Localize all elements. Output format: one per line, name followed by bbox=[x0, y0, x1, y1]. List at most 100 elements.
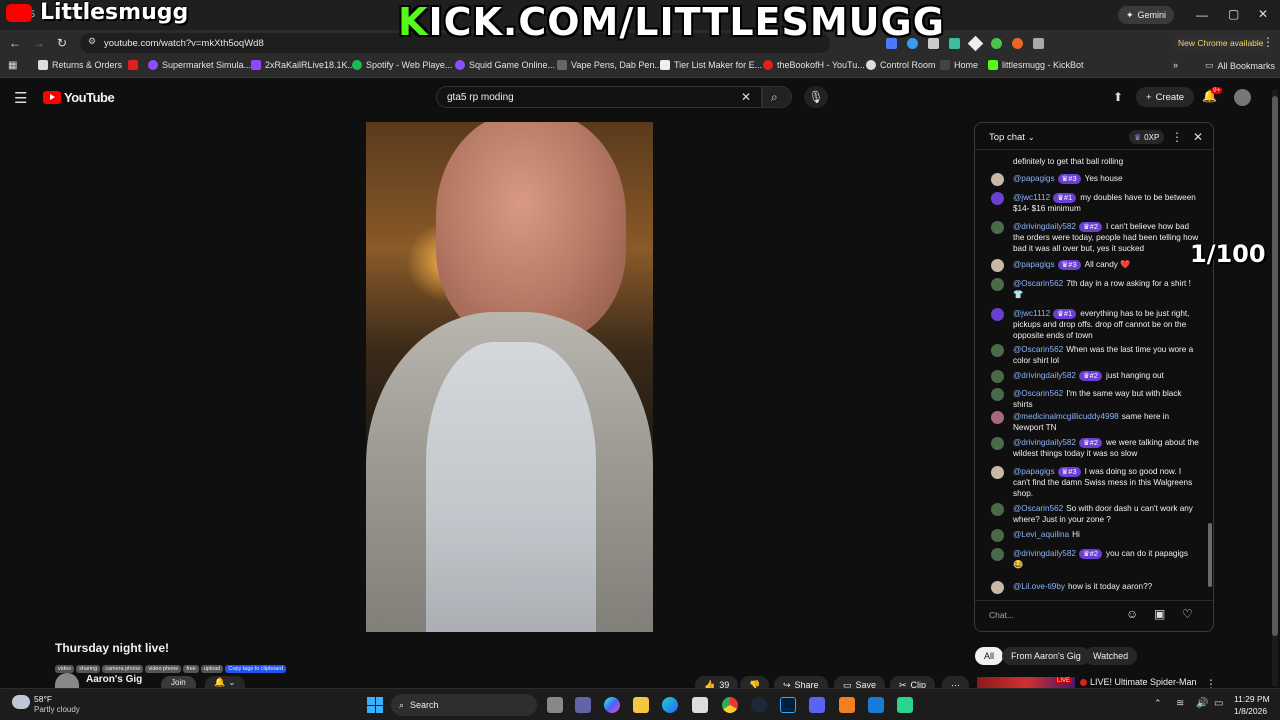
copy-tags-button[interactable]: Copy tags to clipboard bbox=[225, 665, 287, 673]
menu-dots-icon[interactable]: ⋮ bbox=[1262, 35, 1274, 49]
bookmarks-overflow-icon[interactable]: » bbox=[1173, 60, 1178, 70]
join-button[interactable]: Join bbox=[161, 676, 196, 688]
upload-icon[interactable]: ⬆ bbox=[1113, 90, 1123, 104]
filter-all[interactable]: All bbox=[975, 647, 1004, 665]
maximize-button[interactable]: ▢ bbox=[1228, 7, 1239, 21]
bookmark-item[interactable]: Supermarket Simula... bbox=[148, 60, 251, 70]
store-icon[interactable] bbox=[692, 697, 708, 713]
app-icon[interactable] bbox=[839, 697, 855, 713]
chat-message[interactable]: @drivingdaily582 ♛#2 I can't believe how b… bbox=[983, 221, 1199, 254]
chat-message[interactable]: @Oscarin562 When was the last time you wo… bbox=[983, 344, 1199, 366]
bookmark-item[interactable]: Vape Pens, Dab Pen... bbox=[557, 60, 662, 70]
chat-header[interactable]: Top chat ⌄ bbox=[989, 132, 1035, 143]
app-icon[interactable] bbox=[868, 697, 884, 713]
filter-from-channel[interactable]: From Aaron's Gig bbox=[1002, 647, 1090, 665]
bookmark-item[interactable]: Returns & Orders bbox=[38, 60, 122, 70]
clock-time[interactable]: 11:29 PM bbox=[1234, 694, 1270, 704]
bookmark-item[interactable]: Home bbox=[940, 60, 978, 70]
all-bookmarks-button[interactable]: ▭ All Bookmarks bbox=[1205, 60, 1275, 71]
chat-input[interactable]: Chat... bbox=[989, 610, 1119, 620]
xp-badge[interactable]: ♛ 0XP bbox=[1129, 130, 1165, 144]
clock-date[interactable]: 1/8/2026 bbox=[1234, 706, 1267, 716]
bookmark-item[interactable]: Spotify - Web Playe... bbox=[352, 60, 452, 70]
volume-icon[interactable]: 🔊 bbox=[1196, 698, 1208, 709]
search-button[interactable]: ⌕ bbox=[762, 86, 792, 108]
battery-icon[interactable]: ▭ bbox=[1214, 698, 1223, 709]
tag[interactable]: free bbox=[183, 665, 199, 673]
avatar[interactable] bbox=[1234, 89, 1251, 106]
chat-message[interactable]: @Oscarin562 So with door dash u can't wor… bbox=[983, 503, 1199, 525]
bookmark-item[interactable]: Tier List Maker for E... bbox=[660, 60, 762, 70]
chat-message[interactable]: @jwc1112 ♛#1 my doubles have to be between… bbox=[983, 192, 1199, 214]
discord-icon[interactable] bbox=[809, 697, 825, 713]
gemini-button[interactable]: ✦ Gemini bbox=[1118, 6, 1175, 24]
edge-icon[interactable] bbox=[662, 697, 678, 713]
video-player[interactable] bbox=[366, 122, 653, 632]
bookmark-item[interactable]: 2xRaKailRLive18.1K... bbox=[251, 60, 355, 70]
rec-title[interactable]: LIVE! Ultimate Spider-Man bbox=[1080, 677, 1197, 687]
file-explorer-icon[interactable] bbox=[633, 697, 649, 713]
tag[interactable]: sharing bbox=[76, 665, 101, 673]
photoshop-icon[interactable] bbox=[780, 697, 796, 713]
windows-start-icon[interactable] bbox=[367, 697, 383, 713]
bookmark-item[interactable]: Control Room bbox=[866, 60, 936, 70]
steam-icon[interactable] bbox=[751, 697, 767, 713]
reload-icon[interactable]: ↻ bbox=[57, 36, 67, 50]
bookmark-item[interactable]: littlesmugg - KickBot bbox=[988, 60, 1084, 70]
channel-name[interactable]: Aaron's Gig bbox=[86, 674, 142, 685]
youtube-logo[interactable]: YouTube bbox=[43, 90, 115, 105]
site-info-icon[interactable]: ⚙ bbox=[88, 36, 96, 47]
tag[interactable]: video bbox=[55, 665, 75, 673]
chat-scrollbar[interactable] bbox=[1208, 523, 1212, 587]
new-chrome-button[interactable]: New Chrome available bbox=[1172, 35, 1270, 51]
tray-overflow-icon[interactable]: ⌃ bbox=[1154, 698, 1162, 709]
weather-icon[interactable] bbox=[12, 695, 30, 709]
chat-more-icon[interactable]: ⋮ bbox=[1171, 130, 1183, 144]
chat-message[interactable]: @papagigs ♛#3 I was doing so good now. I c… bbox=[983, 466, 1199, 499]
tag[interactable]: upload bbox=[200, 665, 224, 673]
chat-message[interactable]: @Lil.ove-ti9by how is it today aaron?? bbox=[983, 581, 1199, 594]
teams-icon[interactable] bbox=[575, 697, 591, 713]
chat-message[interactable]: @Oscarin562 I'm the same way but with bla… bbox=[983, 388, 1199, 410]
create-button[interactable]: + Create bbox=[1136, 87, 1195, 107]
microphone-icon[interactable]: 🎙 bbox=[804, 86, 828, 108]
apps-grid-icon[interactable]: ▦ bbox=[8, 60, 17, 71]
chat-message[interactable]: @drivingdaily582 ♛#2 you can do it papagig… bbox=[983, 548, 1199, 570]
clear-search-icon[interactable]: ✕ bbox=[741, 90, 751, 104]
bookmark-item[interactable]: theBookofH - YouTu... bbox=[763, 60, 865, 70]
heart-icon[interactable]: ♡ bbox=[1182, 607, 1193, 621]
folder-icon: ▭ bbox=[1205, 60, 1214, 70]
chat-message[interactable]: @drivingdaily582 ♛#2 just hanging out bbox=[983, 370, 1199, 383]
forward-arrow-icon[interactable]: → bbox=[33, 36, 45, 50]
page-scrollbar[interactable] bbox=[1272, 90, 1278, 686]
taskbar-search[interactable]: ⌕ Search bbox=[391, 694, 537, 716]
emoji-icon[interactable]: ☺ bbox=[1126, 607, 1138, 621]
chat-message[interactable]: @medicinalmcgillicuddy4998 same here in N… bbox=[983, 411, 1199, 433]
hamburger-menu-icon[interactable]: ☰ bbox=[14, 89, 27, 107]
chat-close-icon[interactable]: ✕ bbox=[1193, 130, 1203, 144]
back-arrow-icon[interactable]: ← bbox=[9, 36, 21, 50]
chat-message[interactable]: @jwc1112 ♛#1 everything has to be just rig… bbox=[983, 308, 1199, 341]
minimize-button[interactable]: — bbox=[1196, 8, 1208, 22]
chrome-icon[interactable] bbox=[722, 697, 738, 713]
obs-icon[interactable] bbox=[897, 697, 913, 713]
chat-message[interactable]: @Levi_aquilina Hi bbox=[983, 529, 1199, 542]
super-chat-icon[interactable]: ▣ bbox=[1154, 607, 1165, 621]
tag[interactable]: video phone bbox=[145, 665, 182, 673]
chat-message[interactable]: @Oscarin562 7th day in a row asking for a… bbox=[983, 278, 1199, 300]
chat-message[interactable]: @papagigs ♛#3 All candy ❤️ bbox=[983, 259, 1199, 272]
task-view-icon[interactable] bbox=[547, 697, 563, 713]
close-window-button[interactable]: ✕ bbox=[1258, 7, 1268, 21]
chat-message[interactable]: @papagigs ♛#3 Yes house bbox=[983, 173, 1199, 186]
filter-watched[interactable]: Watched bbox=[1084, 647, 1138, 665]
bookmark-item[interactable]: Squid Game Online... bbox=[455, 60, 555, 70]
wifi-icon[interactable]: ≋ bbox=[1176, 698, 1184, 709]
tag[interactable]: camera phone bbox=[102, 665, 144, 673]
notify-bell-icon[interactable]: 🔔 ⌄ bbox=[205, 676, 245, 688]
bookmark-item[interactable] bbox=[128, 60, 138, 70]
chat-message[interactable]: @drivingdaily582 ♛#2 we were talking about… bbox=[983, 437, 1199, 459]
rec-thumbnail[interactable]: LIVE bbox=[977, 677, 1075, 688]
search-input[interactable]: gta5 rp moding bbox=[436, 86, 762, 108]
channel-avatar[interactable] bbox=[55, 673, 79, 688]
copilot-icon[interactable] bbox=[604, 697, 620, 713]
